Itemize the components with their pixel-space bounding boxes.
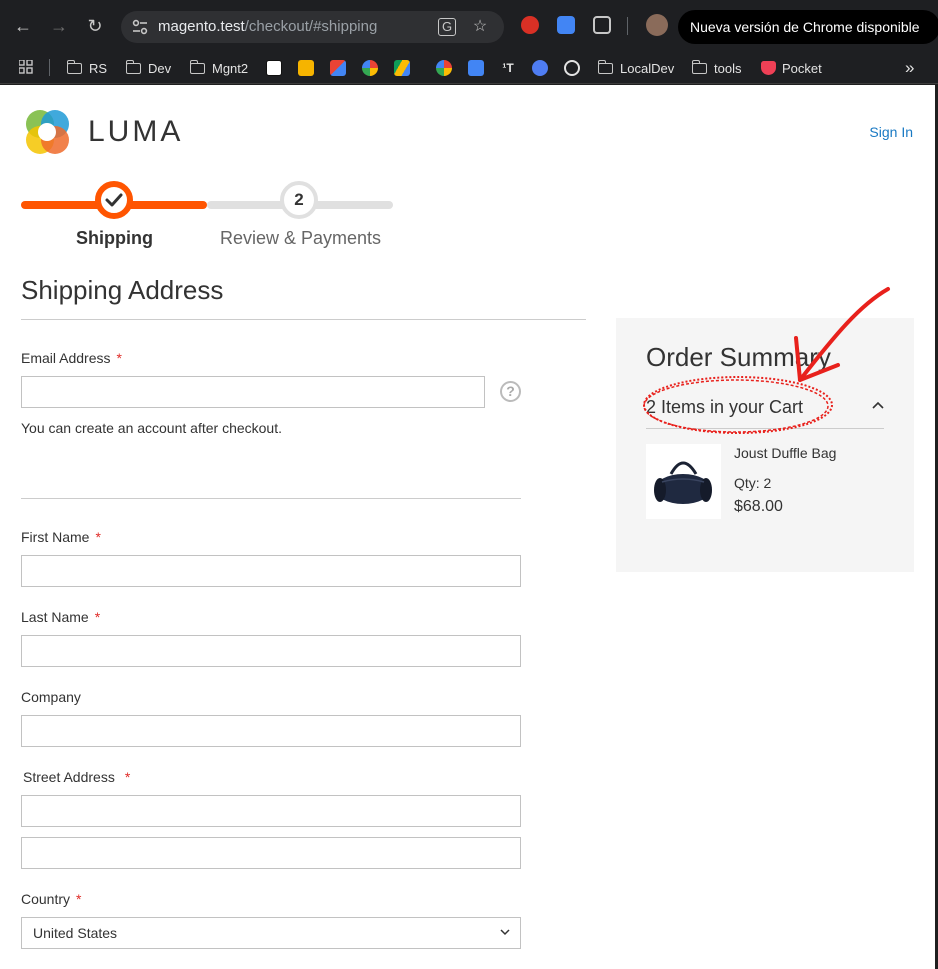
compass-bookmark-icon[interactable] [532, 60, 548, 76]
bookmark-folder-localdev[interactable]: LocalDev [597, 57, 675, 79]
gmail-bookmark-icon[interactable] [330, 60, 346, 76]
bookmark-folder-tools[interactable]: tools [691, 57, 742, 79]
drive-bookmark-icon[interactable] [394, 60, 410, 76]
first-name-label-text: First Name [21, 529, 90, 545]
required-mark: * [116, 350, 122, 366]
browser-toolbar: ← → ↻ magento.test/checkout/#shipping G … [0, 0, 938, 52]
order-summary-panel: Order Summary 2 Items in your Cart Joust… [616, 318, 914, 572]
summary-divider [646, 428, 884, 429]
step-shipping-label: Shipping [76, 228, 153, 248]
folder-icon [125, 59, 141, 74]
url-path: /checkout/#shipping [244, 18, 378, 35]
bookmark-label: Dev [148, 60, 172, 76]
bookmark-label: RS [89, 60, 108, 76]
step-shipping-circle [95, 181, 133, 219]
required-mark: * [76, 891, 82, 907]
street-line-2-field[interactable] [21, 837, 521, 869]
title-divider [21, 319, 586, 320]
folder-icon [597, 59, 613, 74]
bookmark-folder-mgnt2[interactable]: Mgnt2 [189, 57, 249, 79]
first-name-label: First Name * [21, 529, 101, 545]
bookmark-folder-dev[interactable]: Dev [125, 57, 172, 79]
product-qty: Qty: 2 [734, 475, 772, 491]
photos-bookmark-icon[interactable] [362, 60, 378, 76]
pocket-icon [761, 61, 776, 75]
bookmarks-divider [49, 59, 50, 76]
chrome-update-button[interactable]: Nueva versión de Chrome disponible [678, 10, 938, 44]
folder-icon [691, 59, 707, 74]
bookmark-pocket[interactable]: Pocket [761, 57, 822, 79]
step-review-circle[interactable]: 2 [280, 181, 318, 219]
chevron-up-icon[interactable] [871, 399, 885, 413]
last-name-field[interactable] [21, 635, 521, 667]
bookmark-label: tools [714, 60, 742, 76]
luma-logo-icon [26, 110, 69, 154]
logo-text: LUMA [88, 115, 184, 148]
email-field[interactable] [21, 376, 485, 408]
country-label-text: Country [21, 891, 71, 907]
first-name-field[interactable] [21, 555, 521, 587]
product-thumbnail [646, 444, 721, 519]
bookmark-star-icon[interactable]: ☆ [471, 18, 489, 36]
forward-icon[interactable]: → [47, 14, 71, 38]
required-mark: * [94, 609, 101, 625]
last-name-label-text: Last Name [21, 609, 89, 625]
country-select[interactable]: United States [21, 917, 521, 949]
last-name-label: Last Name * [21, 609, 100, 625]
bookmark-label: Mgnt2 [212, 60, 249, 76]
cart-items-toggle[interactable]: 2 Items in your Cart [646, 397, 803, 418]
checkout-page: LUMA Sign In 2 Shipping Review & Payment… [0, 85, 935, 969]
adblock-extension-icon[interactable] [521, 16, 539, 34]
country-label: Country * [21, 891, 81, 907]
google-bookmark-icon[interactable] [436, 60, 452, 76]
street-line-1-field[interactable] [21, 795, 521, 827]
company-label: Company [21, 689, 81, 705]
translate-bookmark-icon[interactable] [468, 60, 484, 76]
bookmark-label: Pocket [782, 60, 822, 76]
reload-icon[interactable]: ↻ [83, 14, 107, 38]
profile-avatar[interactable] [646, 14, 668, 36]
apps-grid-icon[interactable] [19, 60, 33, 74]
email-label-text: Email Address [21, 350, 111, 366]
country-value: United States [33, 925, 118, 941]
keep-bookmark-icon[interactable] [298, 60, 314, 76]
sign-in-link[interactable]: Sign In [869, 124, 913, 140]
text-bookmark-icon[interactable]: ¹T [500, 60, 516, 76]
chevron-down-icon [500, 929, 510, 936]
openai-bookmark-icon[interactable] [564, 60, 580, 76]
notion-bookmark-icon[interactable] [266, 60, 282, 76]
street-address-label: Street Address * [23, 769, 130, 785]
back-icon[interactable]: ← [11, 14, 35, 38]
luma-logo[interactable]: LUMA [22, 107, 183, 157]
google-translate-extension-icon[interactable] [557, 16, 575, 34]
product-name: Joust Duffle Bag [734, 445, 837, 461]
duffle-bag-image [654, 461, 712, 504]
url-text[interactable]: magento.test/checkout/#shipping [158, 18, 377, 35]
shipping-address-title: Shipping Address [21, 275, 224, 305]
address-bar[interactable]: magento.test/checkout/#shipping G ☆ [121, 11, 504, 43]
bookmark-label: LocalDev [620, 60, 675, 76]
email-label: Email Address * [21, 350, 122, 366]
extensions-puzzle-icon[interactable] [593, 16, 611, 34]
checkmark-icon [105, 193, 123, 207]
folder-icon [66, 59, 82, 74]
bookmark-folder-rs[interactable]: RS [66, 57, 108, 79]
email-note: You can create an account after checkout… [21, 420, 282, 436]
translate-icon[interactable]: G [438, 18, 456, 36]
street-label-text: Street Address [23, 769, 115, 785]
bookmarks-bar: RS Dev Mgnt2 ¹T LocalDev tools Pocket » [0, 52, 938, 84]
folder-icon [189, 59, 205, 74]
url-host: magento.test [158, 18, 245, 35]
help-icon[interactable]: ? [500, 381, 521, 402]
order-summary-title: Order Summary [646, 342, 831, 372]
company-field[interactable] [21, 715, 521, 747]
required-mark: * [95, 529, 101, 545]
bookmarks-overflow-icon[interactable]: » [905, 57, 914, 79]
step-review-label[interactable]: Review & Payments [220, 228, 381, 249]
required-mark: * [124, 769, 131, 785]
product-price: $68.00 [734, 498, 783, 515]
email-divider [21, 498, 521, 499]
toolbar-divider [627, 17, 628, 35]
site-settings-icon[interactable] [131, 18, 149, 36]
